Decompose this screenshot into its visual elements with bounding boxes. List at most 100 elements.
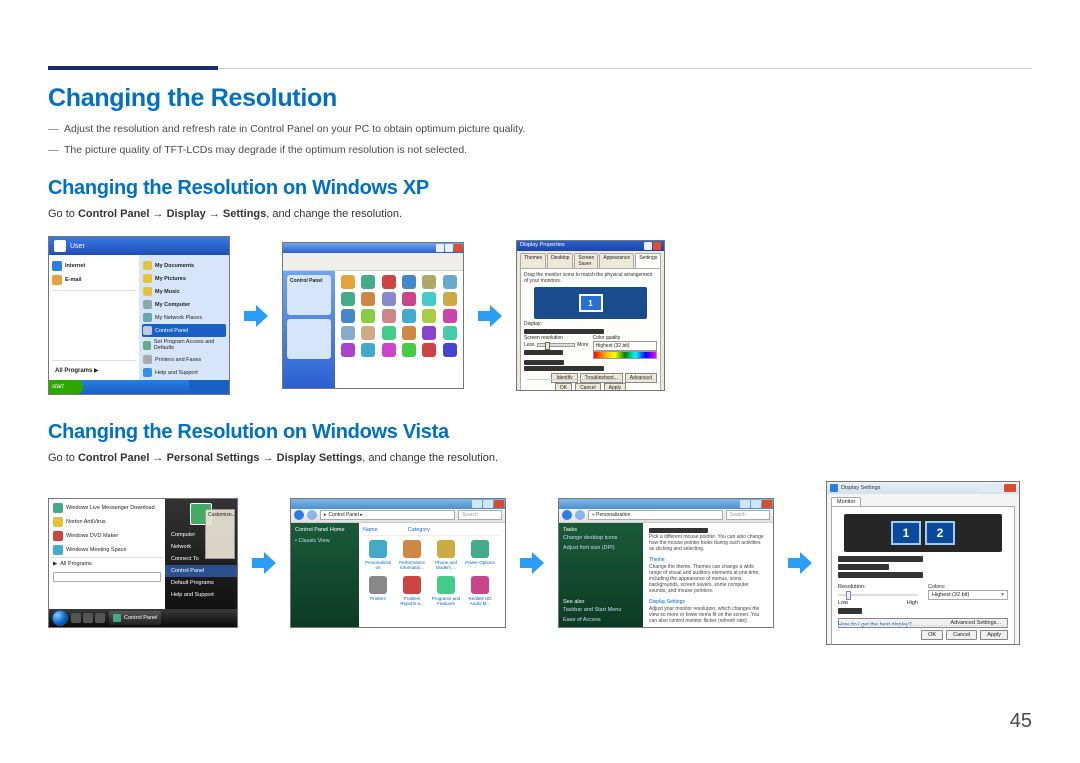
- monitor-preview[interactable]: 1: [534, 287, 647, 319]
- cp-icon[interactable]: [341, 292, 355, 306]
- cp-icon[interactable]: [443, 309, 457, 323]
- tab-screensaver[interactable]: Screen Saver: [574, 253, 598, 268]
- apply-button[interactable]: Apply: [604, 383, 627, 391]
- cp-icon[interactable]: [382, 309, 396, 323]
- cp-icon[interactable]: [443, 343, 457, 357]
- my-computer-item[interactable]: My Computer: [155, 302, 190, 308]
- quicklaunch-icon[interactable]: [83, 613, 93, 623]
- color-dropdown[interactable]: Highest (32 bit): [593, 341, 658, 351]
- cp-icon[interactable]: [341, 309, 355, 323]
- realtek-item[interactable]: Realtek HD Audio M...: [465, 576, 495, 606]
- resolution-slider[interactable]: [838, 594, 918, 596]
- help-button[interactable]: [644, 242, 652, 250]
- classic-view-link[interactable]: • Classic View: [295, 536, 355, 546]
- forward-button[interactable]: [575, 510, 585, 520]
- control-panel-item[interactable]: Control Panel: [142, 324, 226, 337]
- cp-icon[interactable]: [422, 326, 436, 340]
- meeting-item[interactable]: Windows Meeting Space: [66, 547, 127, 553]
- adjust-font-link[interactable]: Adjust font size (DPI): [563, 543, 639, 553]
- display-value[interactable]: [524, 329, 604, 334]
- cp-icon[interactable]: [422, 343, 436, 357]
- resolution-slider[interactable]: [537, 343, 576, 347]
- norton-item[interactable]: Norton AntiVirus: [66, 519, 106, 525]
- apply-button[interactable]: Apply: [980, 630, 1008, 640]
- monitor-1-icon[interactable]: 1: [579, 294, 603, 312]
- maximize-button[interactable]: [445, 244, 453, 252]
- cp-icon[interactable]: [341, 326, 355, 340]
- cp-icon[interactable]: [382, 275, 396, 289]
- close-button[interactable]: [494, 500, 504, 508]
- checkbox-redacted[interactable]: [524, 360, 564, 365]
- all-programs-item[interactable]: All Programs ▶: [52, 364, 136, 377]
- minimize-button[interactable]: [978, 484, 990, 492]
- cp-icon[interactable]: [443, 275, 457, 289]
- system-tray[interactable]: [189, 380, 229, 394]
- power-item[interactable]: Power Options: [465, 540, 495, 570]
- cp-icon[interactable]: [422, 275, 436, 289]
- mouse-pointers-head[interactable]: [649, 528, 708, 533]
- help-item[interactable]: Help and Support: [165, 589, 237, 601]
- all-programs-item[interactable]: ▶ All Programs: [51, 557, 163, 570]
- back-button[interactable]: [294, 510, 304, 520]
- cp-icon[interactable]: [402, 343, 416, 357]
- back-button[interactable]: [562, 510, 572, 520]
- maximize-button[interactable]: [483, 500, 493, 508]
- theme-link[interactable]: Theme: [649, 557, 767, 563]
- cp-icon[interactable]: [361, 309, 375, 323]
- cp-icon[interactable]: [382, 292, 396, 306]
- cp-icon[interactable]: [402, 275, 416, 289]
- monitor-1-icon[interactable]: 1: [891, 521, 921, 545]
- cp-icon[interactable]: [402, 292, 416, 306]
- set-program-item[interactable]: Set Program Access and Defaults: [154, 339, 225, 351]
- dvd-item[interactable]: Windows DVD Maker: [66, 533, 118, 539]
- display-settings-link[interactable]: Display Settings: [649, 599, 767, 605]
- ok-button[interactable]: OK: [921, 630, 943, 640]
- tab-settings[interactable]: Settings: [635, 253, 661, 268]
- cp-icon[interactable]: [361, 326, 375, 340]
- printers-item[interactable]: Printers: [363, 576, 393, 606]
- cp-icon[interactable]: [422, 292, 436, 306]
- taskbar-link[interactable]: Taskbar and Start Menu: [563, 605, 639, 615]
- cp-icon[interactable]: [443, 326, 457, 340]
- close-button[interactable]: [454, 244, 462, 252]
- cp-icon[interactable]: [361, 275, 375, 289]
- problem-item[interactable]: Problem Reports a...: [397, 576, 427, 606]
- monitor-tab[interactable]: Monitor: [831, 497, 861, 506]
- email-item[interactable]: E-mail: [65, 277, 82, 283]
- cp-icon[interactable]: [341, 343, 355, 357]
- cp-icon[interactable]: [422, 309, 436, 323]
- tab-desktop[interactable]: Desktop: [547, 253, 573, 268]
- ok-button[interactable]: OK: [555, 383, 572, 391]
- close-button[interactable]: [653, 242, 661, 250]
- cp-home-link[interactable]: Control Panel Home: [295, 527, 355, 533]
- maximize-button[interactable]: [991, 484, 1003, 492]
- ease-link[interactable]: Ease of Access: [563, 615, 639, 625]
- checkbox-redacted[interactable]: [838, 564, 889, 570]
- my-music-item[interactable]: My Music: [155, 289, 180, 295]
- cp-icon[interactable]: [382, 326, 396, 340]
- cancel-button[interactable]: Cancel: [575, 383, 601, 391]
- checkbox-redacted[interactable]: [838, 572, 923, 578]
- programs-item[interactable]: Programs and Features: [431, 576, 461, 606]
- control-panel-item[interactable]: Control Panel: [165, 565, 237, 577]
- start-button[interactable]: start: [49, 380, 83, 394]
- col-category[interactable]: Category: [408, 527, 430, 533]
- personalization-item[interactable]: Personalizati on: [363, 540, 393, 570]
- change-icons-link[interactable]: Change desktop icons: [563, 533, 639, 543]
- cp-icon[interactable]: [361, 343, 375, 357]
- search-input[interactable]: Search: [458, 510, 502, 520]
- cp-icon[interactable]: [443, 292, 457, 306]
- cp-icon[interactable]: [402, 326, 416, 340]
- address-bar[interactable]: « Personalization: [588, 510, 723, 520]
- cp-icon[interactable]: [402, 309, 416, 323]
- internet-item[interactable]: Internet: [65, 263, 85, 269]
- monitor-dropdown[interactable]: [838, 556, 923, 562]
- performance-item[interactable]: Performance Informatio...: [397, 540, 427, 570]
- search-input[interactable]: Search: [726, 510, 770, 520]
- my-documents-item[interactable]: My Documents: [155, 263, 194, 269]
- my-pictures-item[interactable]: My Pictures: [155, 276, 186, 282]
- checkbox-redacted[interactable]: [524, 366, 604, 371]
- close-button[interactable]: [762, 500, 772, 508]
- minimize-button[interactable]: [472, 500, 482, 508]
- minimize-button[interactable]: [740, 500, 750, 508]
